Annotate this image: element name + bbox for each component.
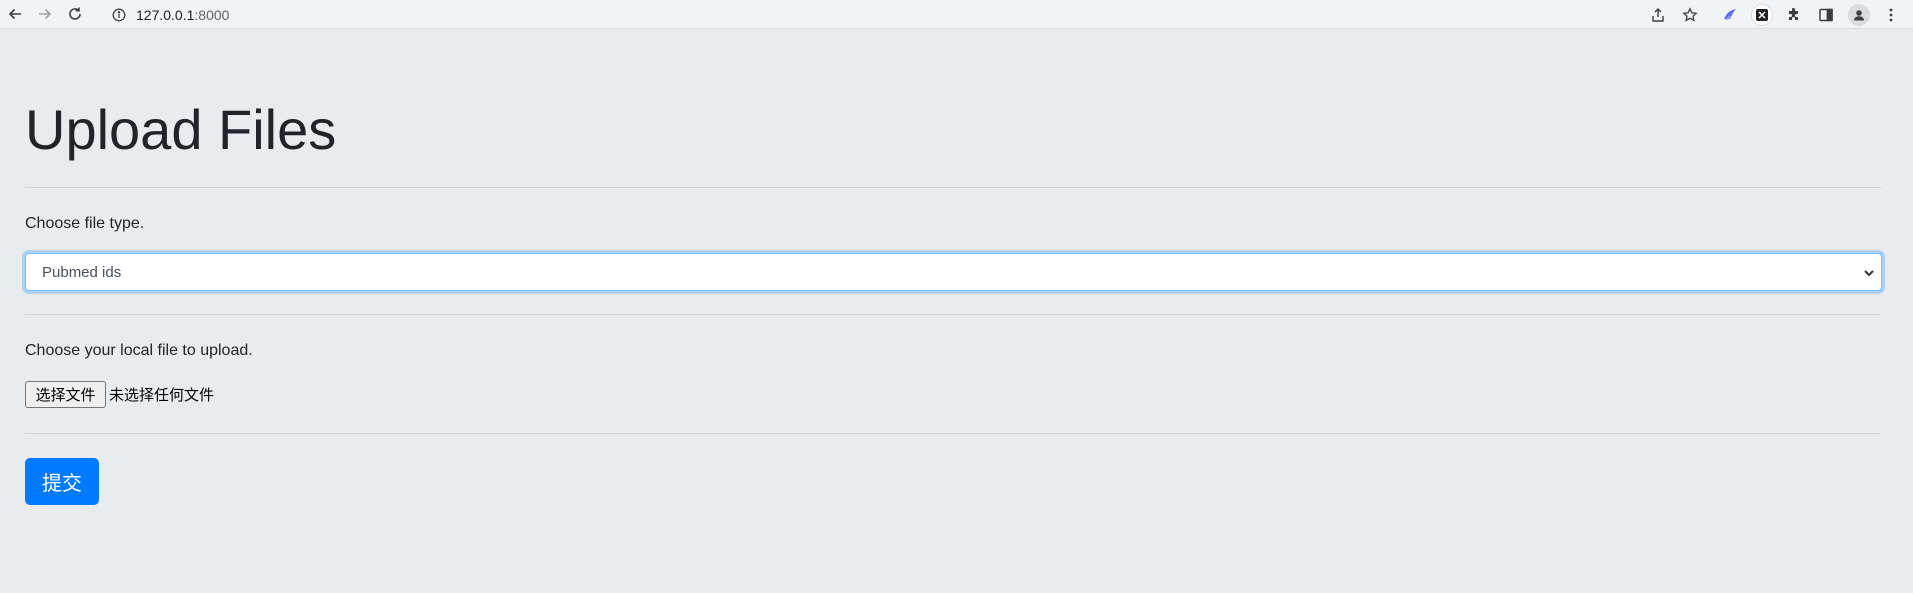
browser-toolbar: 127.0.0.1:8000: [0, 0, 1913, 29]
url-port: :8000: [194, 6, 230, 23]
chevron-down-icon: [1863, 266, 1875, 278]
page-title: Upload Files: [25, 98, 337, 161]
local-file-label: Choose your local file to upload.: [25, 342, 253, 359]
divider: [25, 314, 1881, 315]
forward-icon[interactable]: [34, 3, 56, 25]
puzzle-icon[interactable]: [1783, 4, 1805, 26]
url-text: 127.0.0.1:8000: [136, 7, 229, 23]
extension-bird-icon[interactable]: [1719, 4, 1741, 26]
reload-icon[interactable]: [64, 3, 86, 25]
info-icon[interactable]: [112, 8, 126, 22]
file-type-select[interactable]: Pubmed ids: [25, 253, 1882, 291]
address-bar[interactable]: 127.0.0.1:8000: [102, 2, 1642, 27]
divider: [25, 187, 1881, 188]
profile-icon[interactable]: [1848, 4, 1870, 26]
back-icon[interactable]: [4, 3, 26, 25]
choose-file-button[interactable]: 选择文件: [25, 381, 106, 408]
no-file-chosen-text: 未选择任何文件: [109, 386, 215, 404]
submit-button[interactable]: 提交: [25, 458, 99, 505]
sidebar-icon[interactable]: [1815, 4, 1837, 26]
file-type-selected-value: Pubmed ids: [42, 263, 122, 281]
star-icon[interactable]: [1679, 4, 1701, 26]
divider: [25, 433, 1881, 434]
url-host: 127.0.0.1: [136, 6, 195, 23]
share-icon[interactable]: [1647, 4, 1669, 26]
extension-x-icon[interactable]: [1751, 4, 1773, 26]
menu-icon[interactable]: [1880, 4, 1902, 26]
file-type-label: Choose file type.: [25, 215, 145, 232]
